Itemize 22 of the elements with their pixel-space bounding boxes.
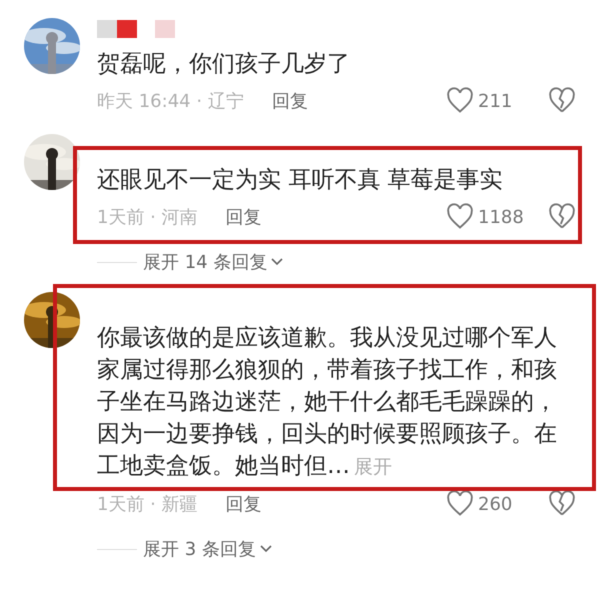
comment-text: 贺磊呢，你们孩子几岁了: [97, 50, 351, 79]
like-count: 211: [478, 90, 514, 112]
comment-time-location: 1天前 · 新疆: [97, 493, 198, 516]
heart-icon[interactable]: [446, 203, 474, 231]
chevron-down-icon[interactable]: [271, 258, 284, 266]
broken-heart-icon[interactable]: [548, 203, 576, 231]
comment-time-location: 1天前 · 河南: [97, 206, 198, 229]
heart-icon[interactable]: [446, 87, 474, 115]
expand-replies-link[interactable]: 展开 3 条回复: [143, 537, 256, 561]
reply-link[interactable]: 回复: [226, 492, 262, 516]
chevron-down-icon[interactable]: [260, 545, 272, 553]
broken-heart-icon[interactable]: [548, 87, 576, 115]
comment-text: 你最该做的是应该道歉。我从没见过哪个军人家属过得那么狼狈的，带着孩子找工作，和孩子坐在马路边迷茫，她干什么都毛毛躁躁的，因为一边要挣钱，回头的时候要照顾孩子。在工地卖盒饭。她当时但… 展开: [97, 324, 558, 481]
like-count: 1188: [478, 206, 525, 228]
heart-icon[interactable]: [446, 490, 474, 518]
reply-link[interactable]: 回复: [226, 205, 262, 229]
broken-heart-icon[interactable]: [548, 490, 576, 518]
reply-link[interactable]: 回复: [272, 89, 308, 113]
comment-text: 还眼见不一定为实 耳听不真 草莓是事实: [97, 166, 504, 195]
comment-time-location: 昨天 16:44 · 辽宁: [97, 90, 244, 113]
expand-replies-link[interactable]: 展开 14 条回复: [143, 250, 268, 274]
like-count: 260: [478, 494, 514, 514]
